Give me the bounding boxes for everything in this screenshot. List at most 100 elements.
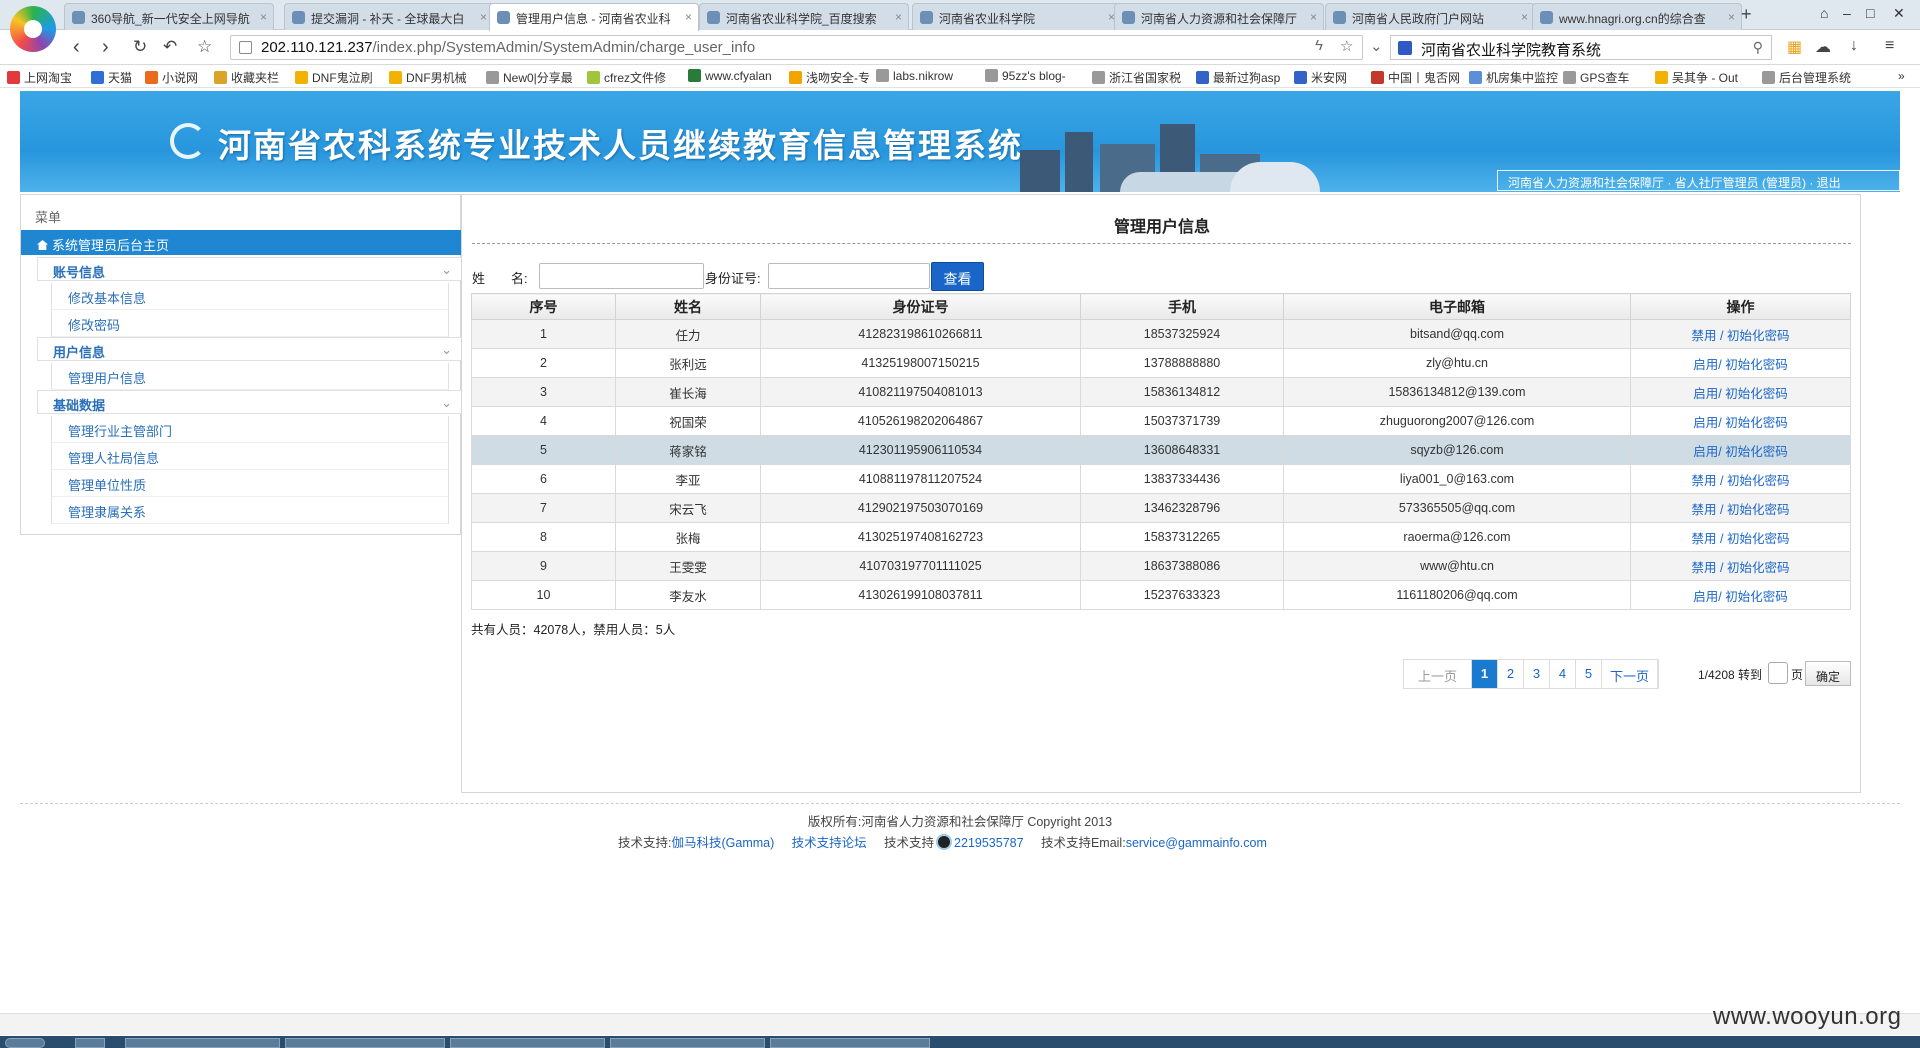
search-input[interactable]: 河南省农业科学院教育系统 ⚲ xyxy=(1390,35,1772,60)
favorite-link[interactable]: 中国丨鬼否网 xyxy=(1371,69,1460,86)
name-input[interactable] xyxy=(539,263,704,289)
tab-close-icon[interactable]: × xyxy=(1310,10,1317,24)
reset-password-link[interactable]: 初始化密码 xyxy=(1727,561,1790,575)
browser-logo-icon[interactable] xyxy=(10,6,56,52)
reset-password-link[interactable]: 初始化密码 xyxy=(1725,590,1788,604)
back-icon[interactable]: ‹ xyxy=(73,37,80,57)
browser-tab[interactable]: 河南省农业科学院 × xyxy=(912,3,1122,30)
sidebar-section[interactable]: 账号信息 ⌄ xyxy=(37,257,463,281)
favorite-link[interactable]: GPS查车 xyxy=(1563,69,1629,86)
toggle-status-link[interactable]: 启用 xyxy=(1693,387,1718,401)
favorite-link[interactable]: DNF男机械 xyxy=(389,69,467,86)
favorite-link[interactable]: 最新过狗asp xyxy=(1196,69,1280,86)
tab-close-icon[interactable]: × xyxy=(895,10,902,24)
sidebar-item[interactable]: 管理行业主管部门 xyxy=(51,416,449,443)
favorite-link[interactable]: 上网淘宝 xyxy=(7,69,72,86)
reset-password-link[interactable]: 初始化密码 xyxy=(1727,474,1790,488)
toggle-status-link[interactable]: 禁用 xyxy=(1692,329,1717,343)
toggle-status-link[interactable]: 启用 xyxy=(1693,358,1718,372)
taskbar-item[interactable] xyxy=(610,1038,765,1048)
favorite-link[interactable]: 收藏夹栏 xyxy=(214,69,279,86)
sidebar-item[interactable]: 管理人社局信息 xyxy=(51,443,449,470)
browser-tab[interactable]: 河南省农业科学院_百度搜索 × xyxy=(699,3,909,30)
browser-tab[interactable]: 360导航_新一代安全上网导航 × xyxy=(64,3,274,30)
reset-password-link[interactable]: 初始化密码 xyxy=(1725,445,1788,459)
support-qq-link[interactable]: 2219535787 xyxy=(954,836,1024,850)
menu-icon[interactable]: ≡ xyxy=(1885,37,1894,55)
taskbar-item[interactable] xyxy=(285,1038,445,1048)
browser-tab[interactable]: www.hnagri.org.cn的综合查 × xyxy=(1532,3,1742,30)
maximize-icon[interactable]: □ xyxy=(1866,5,1874,21)
apps-icon[interactable]: ▦ xyxy=(1787,37,1802,57)
prev-page-button[interactable]: 上一页 xyxy=(1404,660,1472,688)
id-input[interactable] xyxy=(768,263,930,289)
toggle-status-link[interactable]: 启用 xyxy=(1693,590,1718,604)
support-email-link[interactable]: service@gammainfo.com xyxy=(1126,836,1267,850)
favorite-link[interactable]: New0|分享最 xyxy=(486,69,573,86)
forward-icon[interactable]: › xyxy=(102,37,109,57)
browser-tab[interactable]: 管理用户信息 - 河南省农业科 × xyxy=(489,3,699,31)
next-page-button[interactable]: 下一页 xyxy=(1602,660,1658,688)
toggle-status-link[interactable]: 启用 xyxy=(1693,445,1718,459)
browser-tab[interactable]: 河南省人力资源和社会保障厅 × xyxy=(1114,3,1324,30)
page-button[interactable]: 3 xyxy=(1524,660,1550,688)
favorite-link[interactable]: 小说网 xyxy=(145,69,198,86)
close-window-icon[interactable]: ✕ xyxy=(1893,5,1905,22)
reset-password-link[interactable]: 初始化密码 xyxy=(1725,387,1788,401)
refresh-icon[interactable]: ↻ xyxy=(133,37,147,57)
star-icon[interactable]: ☆ xyxy=(197,37,212,57)
search-button[interactable]: 查看 xyxy=(931,262,984,291)
favorite-link[interactable]: 机房集中监控 xyxy=(1469,69,1558,86)
page-button[interactable]: 2 xyxy=(1498,660,1524,688)
new-tab-button[interactable]: + xyxy=(1741,4,1752,25)
browser-tab[interactable]: 提交漏洞 - 补天 - 全球最大白 × xyxy=(284,3,494,30)
sidebar-item[interactable]: 管理隶属关系 xyxy=(51,497,449,524)
reset-password-link[interactable]: 初始化密码 xyxy=(1727,503,1790,517)
favorite-link[interactable]: 浙江省国家税 xyxy=(1092,69,1181,86)
tab-close-icon[interactable]: × xyxy=(1521,10,1528,24)
support-forum-link[interactable]: 技术支持论坛 xyxy=(792,836,867,850)
sidebar-item[interactable]: 管理单位性质 xyxy=(51,470,449,497)
reset-password-link[interactable]: 初始化密码 xyxy=(1727,532,1790,546)
toggle-status-link[interactable]: 禁用 xyxy=(1692,474,1717,488)
taskbar-item[interactable] xyxy=(770,1038,930,1048)
toggle-status-link[interactable]: 禁用 xyxy=(1692,532,1717,546)
favorite-link[interactable]: 95zz's blog- xyxy=(985,69,1066,83)
favorite-link[interactable]: 浅吻安全-专 xyxy=(789,69,870,86)
start-button[interactable] xyxy=(5,1038,45,1048)
logout-link[interactable]: 退出 xyxy=(1817,176,1841,190)
reset-password-link[interactable]: 初始化密码 xyxy=(1725,358,1788,372)
dropdown-icon[interactable]: ⌄ xyxy=(1370,37,1383,55)
tab-close-icon[interactable]: × xyxy=(685,10,692,24)
goto-page-button[interactable]: 确定 xyxy=(1805,661,1851,686)
search-icon[interactable]: ⚲ xyxy=(1753,39,1763,56)
sidebar-item[interactable]: 修改基本信息 xyxy=(51,283,449,310)
support-company-link[interactable]: 伽马科技(Gamma) xyxy=(671,836,774,850)
favorite-link[interactable]: 后台管理系统 xyxy=(1762,69,1851,86)
favorites-more-icon[interactable]: » xyxy=(1898,69,1905,83)
favorite-link[interactable]: 吴其争 - Out xyxy=(1655,69,1738,86)
download-icon[interactable]: ↓ xyxy=(1850,37,1858,55)
lightning-icon[interactable]: ϟ xyxy=(1315,37,1323,54)
undo-icon[interactable]: ↶ xyxy=(163,37,177,57)
sidebar-section[interactable]: 用户信息 ⌄ xyxy=(37,337,463,361)
taskbar-item[interactable] xyxy=(75,1038,105,1048)
favorite-link[interactable]: labs.nikrow xyxy=(876,69,953,83)
page-button[interactable]: 5 xyxy=(1576,660,1602,688)
taskbar-item[interactable] xyxy=(125,1038,280,1048)
pin-icon[interactable]: ⌂ xyxy=(1820,5,1828,21)
page-button[interactable]: 1 xyxy=(1472,660,1498,688)
page-button[interactable]: 4 xyxy=(1550,660,1576,688)
favorite-link[interactable]: www.cfyalan xyxy=(688,69,772,83)
sidebar-section[interactable]: 基础数据 ⌄ xyxy=(37,390,463,414)
favorite-link[interactable]: cfrez文件修 xyxy=(587,69,666,86)
favorite-link[interactable]: 天猫 xyxy=(91,69,132,86)
reset-password-link[interactable]: 初始化密码 xyxy=(1725,416,1788,430)
taskbar-item[interactable] xyxy=(450,1038,605,1048)
tab-close-icon[interactable]: × xyxy=(260,10,267,24)
goto-page-input[interactable] xyxy=(1768,662,1788,684)
bookmark-star-icon[interactable]: ☆ xyxy=(1340,37,1353,55)
sidebar-item[interactable]: 修改密码 xyxy=(51,310,449,337)
tab-close-icon[interactable]: × xyxy=(1728,10,1735,24)
toggle-status-link[interactable]: 禁用 xyxy=(1692,561,1717,575)
